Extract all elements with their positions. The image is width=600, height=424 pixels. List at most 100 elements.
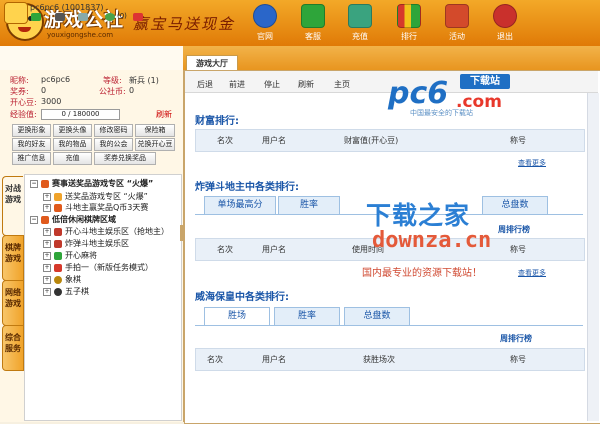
tab-total-games[interactable]: 总盘数 (344, 307, 410, 326)
tab-game-lobby[interactable]: 游戏大厅 (186, 55, 238, 71)
change-avatar-button[interactable]: 更换头像 (53, 124, 92, 137)
col-rank: 名次 (207, 355, 223, 364)
col-title: 称号 (510, 355, 526, 364)
tab-win-rate[interactable]: 胜率 (274, 307, 340, 326)
tab-total-games[interactable]: 总盘数 (482, 196, 548, 215)
nav-label: 充值 (352, 32, 368, 41)
nav-label: 退出 (497, 32, 513, 41)
pc6-watermark: pc6 (388, 76, 449, 111)
tree-node-label: 炸弹斗地主娱乐区 (65, 239, 129, 248)
col-username: 用户名 (262, 245, 286, 254)
redeem-prize-button[interactable]: 奖券兑换奖品 (94, 152, 156, 165)
nav-customer-service-button[interactable]: 客服 (292, 3, 334, 45)
wealth-more-link[interactable]: 查看更多 (518, 158, 546, 168)
game-icon (54, 203, 62, 212)
expand-icon[interactable]: + (43, 287, 51, 296)
status-icon[interactable] (31, 13, 41, 21)
expand-icon[interactable]: + (43, 192, 51, 201)
tree-node-mahjong[interactable]: + 开心麻将 (43, 250, 97, 261)
collapse-icon[interactable]: − (30, 179, 38, 188)
my-friends-button[interactable]: 我的好友 (12, 138, 51, 151)
user-id: pc6pc6 (1001837) (30, 3, 104, 12)
nav-label: 排行 (401, 32, 417, 41)
nav-official-site-button[interactable]: 官网 (244, 3, 286, 45)
tree-node-label: 送奖品游戏专区 “火爆” (65, 192, 148, 201)
change-image-button[interactable]: 更换形象 (12, 124, 51, 137)
tree-node-shoupai[interactable]: + 手拍一（新版任务模式） (43, 262, 153, 273)
tree-node-q-coin[interactable]: + 斗地主赢奖品Q币3天赛 (43, 202, 148, 213)
nav-activity-button[interactable]: 活动 (436, 3, 478, 45)
my-guild-button[interactable]: 我的公会 (94, 138, 133, 151)
refresh-button[interactable]: 刷新 (298, 79, 314, 90)
nav-label: 活动 (449, 32, 465, 41)
downza-tagline: 国内最专业的资源下载站！ (362, 268, 482, 279)
tree-node-label: 开心麻将 (65, 251, 97, 260)
logo-subtitle: youxigongshe.com (47, 31, 114, 39)
side-tab-services[interactable]: 综合服务 (2, 325, 24, 371)
col-rank: 名次 (217, 245, 233, 254)
expand-icon[interactable]: + (43, 251, 51, 260)
weihai-weekly-link[interactable]: 周排行榜 (500, 333, 532, 344)
tab-wins[interactable]: 胜场 (204, 307, 270, 326)
side-tab-battle-games[interactable]: 对战游戏 (2, 176, 23, 236)
collapse-icon[interactable]: − (30, 215, 38, 224)
refresh-link[interactable]: 刷新 (156, 109, 172, 120)
nav-recharge-button[interactable]: 充值 (339, 3, 381, 45)
tree-node-casual-zone[interactable]: − 低倍休闲棋牌区域 (30, 214, 116, 225)
safe-box-button[interactable]: 保险箱 (135, 124, 175, 137)
tab-highest-score[interactable]: 单场最高分 (204, 196, 276, 215)
chat-icon[interactable] (105, 13, 115, 21)
expand-icon[interactable]: + (43, 275, 51, 284)
tree-node-prize-zone[interactable]: − 赛事送奖品游戏专区 “火爆” (30, 178, 153, 189)
col-username: 用户名 (262, 355, 286, 364)
tree-node-chess[interactable]: + 象棋 (43, 274, 81, 285)
mahjong-icon (54, 251, 62, 260)
exp-bar: 0 / 180000 (41, 109, 120, 120)
prize-value: 0 (41, 86, 47, 95)
bomb-weekly-link[interactable]: 周排行榜 (498, 224, 530, 235)
col-title: 称号 (510, 136, 526, 145)
expand-icon[interactable]: + (43, 203, 51, 212)
tab-win-rate[interactable]: 胜率 (278, 196, 340, 215)
mail-icon[interactable] (133, 13, 143, 21)
nav-exit-button[interactable]: 退出 (484, 3, 526, 45)
stop-button[interactable]: 停止 (264, 79, 280, 90)
bar-chart-icon (397, 4, 421, 28)
expand-icon[interactable]: + (43, 227, 51, 236)
recharge-button[interactable]: 充值 (53, 152, 92, 165)
tree-node-bomb-landlord[interactable]: + 炸弹斗地主娱乐区 (43, 238, 129, 249)
nav-label: 官网 (257, 32, 273, 41)
home-button[interactable]: 主页 (334, 79, 350, 90)
back-button[interactable]: 后退 (197, 79, 213, 90)
phone-icon (301, 4, 325, 28)
my-items-button[interactable]: 我的物品 (53, 138, 92, 151)
notify-count: (0) (117, 12, 127, 20)
bomb-more-link[interactable]: 查看更多 (518, 268, 546, 278)
promo-info-button[interactable]: 推广信息 (12, 152, 51, 165)
expand-icon[interactable]: + (43, 239, 51, 248)
side-tab-online-games[interactable]: 网络游戏 (2, 280, 24, 326)
house-icon (41, 179, 49, 188)
message-icon[interactable] (55, 13, 65, 21)
tree-node-happy-landlord[interactable]: + 开心斗地主娱乐区（抢地主） (43, 226, 169, 237)
slogan: 赢宝马送现金 (133, 15, 236, 33)
tree-node-gomoku[interactable]: + 五子棋 (43, 286, 89, 297)
side-tab-card-games[interactable]: 棋牌游戏 (2, 235, 24, 281)
tree-node-label: 开心斗地主娱乐区（抢地主） (65, 227, 169, 236)
game-icon (54, 227, 62, 236)
change-password-button[interactable]: 修改密码 (94, 124, 133, 137)
tab-underline (195, 325, 583, 326)
group-icon[interactable] (78, 13, 88, 21)
prize-label: 奖券: (10, 87, 29, 96)
tree-node-prize-sub[interactable]: + 送奖品游戏专区 “火爆” (43, 191, 148, 202)
forward-button[interactable]: 前进 (229, 79, 245, 90)
game-icon (54, 192, 62, 201)
nav-ranking-button[interactable]: 排行 (388, 3, 430, 45)
exchange-beans-button[interactable]: 兑换开心豆 (135, 138, 175, 151)
expand-icon[interactable]: + (43, 263, 51, 272)
vertical-scrollbar[interactable] (587, 93, 599, 421)
avatar[interactable] (4, 2, 28, 24)
bomb-rank-title: 炸弹斗地主中各类排行: (195, 182, 299, 193)
tree-node-label: 低倍休闲棋牌区域 (52, 215, 116, 224)
tree-node-label: 赛事送奖品游戏专区 “火爆” (52, 179, 154, 188)
